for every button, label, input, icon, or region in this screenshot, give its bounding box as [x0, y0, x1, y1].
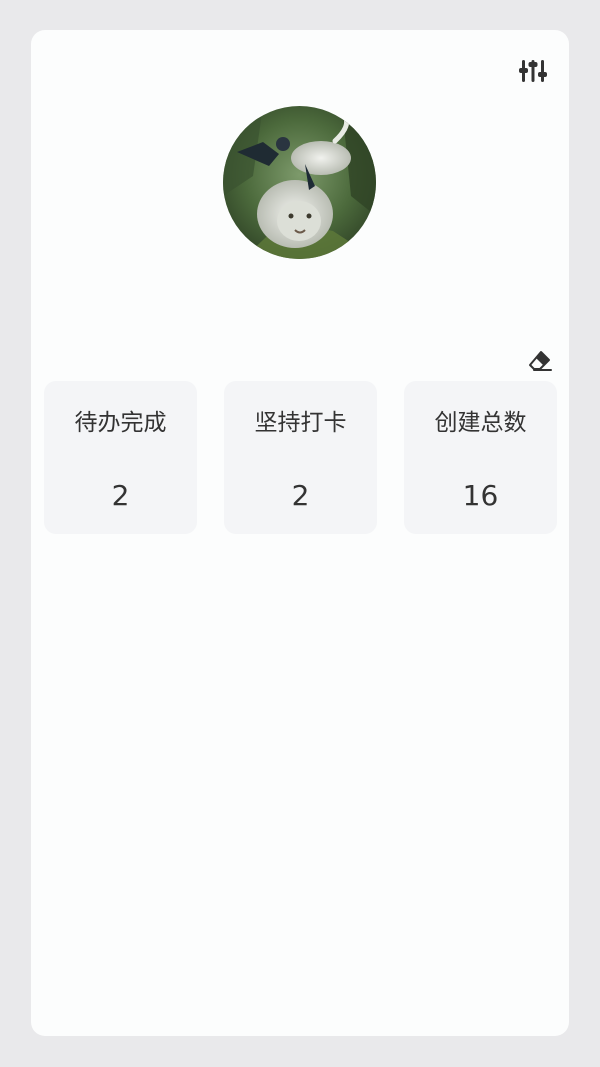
stat-check-in-streak[interactable]: 坚持打卡 2: [224, 381, 377, 534]
sliders-icon: [518, 57, 548, 89]
stat-total-created[interactable]: 创建总数 16: [404, 381, 557, 534]
stat-label: 待办完成: [74, 410, 167, 436]
stat-label: 创建总数: [434, 410, 527, 436]
stat-value: 2: [291, 479, 310, 512]
stat-value: 16: [462, 479, 499, 512]
avatar[interactable]: [223, 106, 376, 259]
clear-button[interactable]: [525, 349, 555, 377]
stat-label: 坚持打卡: [254, 410, 347, 436]
settings-button[interactable]: [516, 56, 550, 90]
eraser-icon: [527, 350, 553, 376]
stat-value: 2: [111, 479, 130, 512]
stat-todo-completed[interactable]: 待办完成 2: [44, 381, 197, 534]
